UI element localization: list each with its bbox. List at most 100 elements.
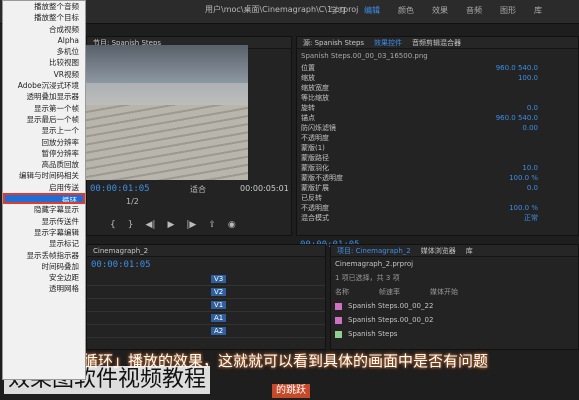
menu-item[interactable]: 安全边距 <box>3 272 85 283</box>
project-panel: 项目: Cinemagraph_2 媒体浏览器 库 Cinemagraph_2.… <box>330 244 579 350</box>
effect-row[interactable]: 锚点 960.0 540.0 <box>297 113 578 123</box>
effect-row[interactable]: 缩放宽度 <box>297 83 578 93</box>
timeline-track[interactable]: V1 <box>87 299 325 312</box>
column-fps[interactable]: 帧速率 <box>379 285 400 299</box>
timeline-track[interactable]: V2 <box>87 286 325 299</box>
menu-item[interactable]: 合成视频 <box>3 24 85 35</box>
step-back-icon[interactable]: ◀| <box>145 220 155 230</box>
effect-row-value[interactable]: 100.0 % <box>509 203 538 213</box>
effect-row[interactable]: 缩放 100.0 <box>297 73 578 83</box>
effect-row-value[interactable]: 960.0 540.0 <box>496 113 538 123</box>
transport-controls: { } ◀| ▶ |▶ ⇧ ◉ <box>110 220 236 230</box>
export-frame-icon[interactable]: ◉ <box>228 220 236 230</box>
effect-row[interactable]: 蒙版羽化 10.0 <box>297 163 578 173</box>
project-columns: 名称 帧速率 媒体开始 <box>331 285 578 299</box>
workspace-tab[interactable]: 音频 <box>466 5 482 16</box>
workspace-tab[interactable]: 库 <box>534 5 542 16</box>
menu-item[interactable]: VR视频 <box>3 69 85 80</box>
effect-row[interactable]: 防闪烁滤镜 0.00 <box>297 123 578 133</box>
workspace-tab[interactable]: 颜色 <box>398 5 414 16</box>
menu-item[interactable]: 暂停分辨率 <box>3 148 85 159</box>
step-forward-icon[interactable]: |▶ <box>186 220 196 230</box>
effect-row[interactable]: 混合模式 正常 <box>297 213 578 223</box>
menu-item[interactable]: 回放分辨率 <box>3 137 85 148</box>
workspace-tab[interactable]: 图形 <box>500 5 516 16</box>
menu-item[interactable]: 显示丢帧指示器 <box>3 250 85 261</box>
effect-row[interactable]: 位置 960.0 540.0 <box>297 63 578 73</box>
menu-item[interactable]: 显示上一个 <box>3 125 85 136</box>
label-color-swatch <box>335 302 342 310</box>
project-item-name: Spanish Steps <box>348 330 398 338</box>
menu-item[interactable]: 隐藏字幕显示 <box>3 204 85 215</box>
menu-item[interactable]: Alpha <box>3 35 85 46</box>
mark-in-icon[interactable]: { <box>110 220 116 230</box>
program-video-frame <box>86 45 248 180</box>
menu-item[interactable]: 透明叠加显示器 <box>3 91 85 102</box>
menu-item[interactable]: Adobe沉浸式环境 <box>3 80 85 91</box>
tab-source[interactable]: 源: Spanish Steps <box>303 37 364 48</box>
effect-row[interactable]: 旋转 0.0 <box>297 103 578 113</box>
project-item[interactable]: Spanish Steps.00_00_22 <box>331 299 578 313</box>
effect-row-value[interactable]: 正常 <box>524 213 538 223</box>
effect-row[interactable]: 不透明度 <box>297 133 578 143</box>
tab-project[interactable]: 项目: Cinemagraph_2 <box>337 245 411 256</box>
menu-item[interactable]: 显示传送件 <box>3 216 85 227</box>
column-name[interactable]: 名称 <box>335 285 349 299</box>
effect-row[interactable]: 不透明度 100.0 % <box>297 203 578 213</box>
workspace-tab-active[interactable]: 编辑 <box>364 5 380 16</box>
workspace-tab[interactable]: 效果 <box>432 5 448 16</box>
effect-row-label: 缩放宽度 <box>301 84 329 92</box>
mark-out-icon[interactable]: } <box>128 220 134 230</box>
menu-item[interactable]: 播放整个目标 <box>3 12 85 23</box>
menu-item[interactable]: 启用传送 <box>3 182 85 193</box>
menu-item[interactable]: 显示标记 <box>3 238 85 249</box>
resolution-select[interactable]: 1/2 <box>126 197 139 206</box>
effect-row-label: 混合模式 <box>301 214 329 222</box>
menu-item[interactable]: 比较视图 <box>3 57 85 68</box>
project-filename: Cinemagraph_2.prproj <box>335 260 414 268</box>
effect-row-value[interactable]: 0.0 <box>527 183 538 193</box>
tab-library[interactable]: 库 <box>466 245 473 256</box>
effect-row-value[interactable]: 0.00 <box>522 123 538 133</box>
effect-row-value[interactable]: 100.0 <box>518 73 538 83</box>
effect-row[interactable]: 蒙版扩展 0.0 <box>297 183 578 193</box>
menu-item[interactable]: 多机位 <box>3 46 85 57</box>
effect-row[interactable]: 蒙版不透明度 100.0 % <box>297 173 578 183</box>
tab-effect-controls[interactable]: 效果控件 <box>374 37 402 48</box>
effect-row[interactable]: 蒙版(1) <box>297 143 578 153</box>
effect-row-value[interactable]: 10.0 <box>522 163 538 173</box>
menu-item[interactable]: 显示最后一个帧 <box>3 114 85 125</box>
timeline-track[interactable]: V3 <box>87 273 325 286</box>
menu-item[interactable]: 时间码叠加 <box>3 261 85 272</box>
column-media-start[interactable]: 媒体开始 <box>430 285 458 299</box>
menu-item[interactable]: 透明网格 <box>3 283 85 294</box>
menu-item[interactable]: 高品质回放 <box>3 159 85 170</box>
tab-audio-mixer[interactable]: 音频剪辑混合器 <box>412 37 461 48</box>
menu-item[interactable]: 编辑与时间码相关 <box>3 170 85 181</box>
effect-clip-name: Spanish Steps.00_00_03_16500.png <box>301 52 428 60</box>
timeline-tracks: V3 V2 V1 A1 A2 <box>87 273 325 338</box>
menu-item[interactable]: 播放整个音频 <box>3 1 85 12</box>
effect-row-value[interactable]: 0.0 <box>527 103 538 113</box>
effect-row[interactable]: 已反转 <box>297 193 578 203</box>
menu-item[interactable]: 显示第一个帧 <box>3 103 85 114</box>
timeline-timecode[interactable]: 00:00:01:05 <box>91 260 321 270</box>
timeline-track[interactable]: A1 <box>87 312 325 325</box>
effect-row-value[interactable]: 100.0 % <box>509 173 538 183</box>
effect-row-value[interactable]: 960.0 540.0 <box>496 63 538 73</box>
effect-row[interactable]: 蒙版路径 <box>297 153 578 163</box>
track-label: V1 <box>211 301 227 309</box>
timeline-track[interactable]: A2 <box>87 325 325 338</box>
effect-row[interactable]: 等比缩放 <box>297 93 578 103</box>
tab-media-browser[interactable]: 媒体浏览器 <box>421 245 456 256</box>
context-menu: 播放整个音频 播放整个目标 合成视频 Alpha 多机位 比较视图 VR视频 Adobe沉浸式… <box>2 0 86 380</box>
program-timecode[interactable]: 00:00:01:05 <box>90 184 150 194</box>
workspace-tab[interactable]: 学习 <box>330 5 346 16</box>
project-item[interactable]: Spanish Steps.00_00_02 <box>331 313 578 327</box>
play-icon[interactable]: ▶ <box>167 220 174 230</box>
menu-item[interactable]: 显示字幕编辑 <box>3 227 85 238</box>
lift-icon[interactable]: ⇧ <box>208 220 216 230</box>
zoom-select[interactable]: 适合 <box>190 184 206 195</box>
project-item[interactable]: Spanish Steps <box>331 327 578 341</box>
menu-item[interactable]: 循环 <box>3 193 85 205</box>
